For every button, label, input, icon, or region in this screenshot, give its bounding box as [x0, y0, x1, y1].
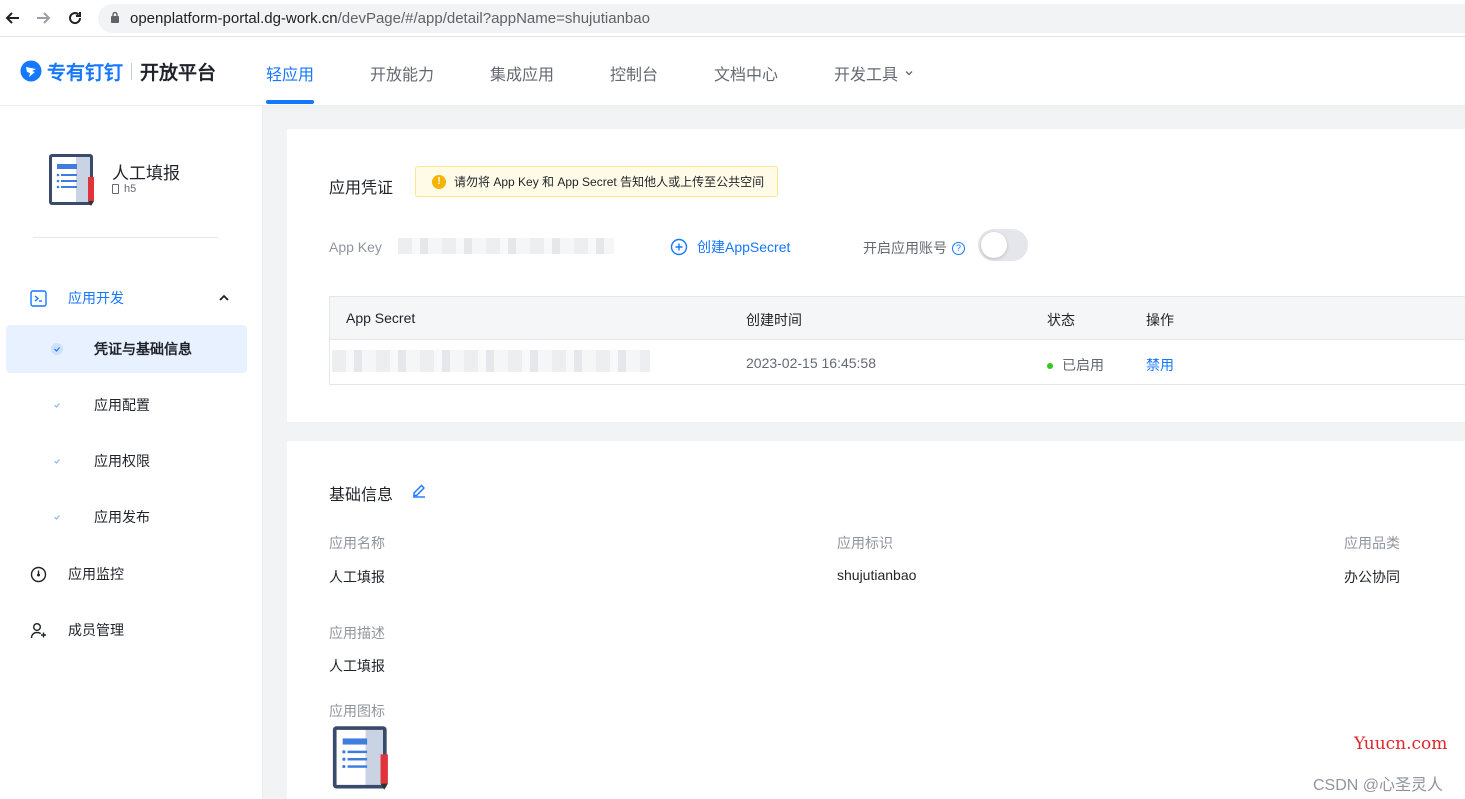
security-warning: ! 请勿将 App Key 和 App Secret 告知他人或上传至公共空间: [415, 166, 778, 197]
app-category-value: 办公协同: [1344, 569, 1400, 585]
app-icon-label: 应用图标: [329, 703, 385, 719]
cell-created-time: 2023-02-15 16:45:58: [746, 355, 876, 371]
brand-logo[interactable]: 专有钉钉 开放平台: [20, 59, 217, 84]
th-app-secret: App Secret: [346, 310, 416, 326]
status-text: 已启用: [1062, 357, 1104, 373]
disable-button[interactable]: 禁用: [1146, 355, 1174, 375]
app-category-label: 应用品类: [1344, 535, 1400, 551]
sidebar-group-members[interactable]: 成员管理: [30, 620, 124, 640]
nav-open-capability[interactable]: 开放能力: [370, 61, 434, 85]
credentials-card: 应用凭证 ! 请勿将 App Key 和 App Secret 告知他人或上传至…: [287, 129, 1465, 422]
nav-console[interactable]: 控制台: [610, 61, 658, 85]
enable-account-label: 开启应用账号 ?: [863, 238, 965, 258]
lock-icon[interactable]: [110, 10, 120, 28]
appsecret-table: App Secret 创建时间 状态 操作 2023-02-15 16:45:5…: [329, 296, 1465, 385]
app-id-value: shujutianbao: [837, 567, 917, 583]
sidebar: 人工填报 h5 应用开发 凭证与基础信息 应用配置 应用权限 应用发布 应用监控…: [0, 106, 263, 799]
add-user-icon: [30, 622, 46, 638]
enable-account-text: 开启应用账号: [863, 240, 947, 256]
brand-subtitle: 开放平台: [140, 62, 217, 84]
sidebar-item-app-permissions[interactable]: 应用权限: [6, 437, 247, 485]
sidebar-item-app-permissions-label: 应用权限: [94, 453, 150, 469]
reload-icon[interactable]: [64, 7, 86, 29]
nav-docs[interactable]: 文档中心: [714, 61, 778, 85]
enable-account-toggle[interactable]: [978, 229, 1028, 261]
dingtalk-logo-icon: [20, 60, 42, 82]
basic-info-card: 基础信息 应用名称 人工填报 应用标识 shujutianbao 应用品类 办公…: [287, 441, 1465, 799]
table-header: App Secret 创建时间 状态 操作: [330, 297, 1465, 340]
app-secret-value-masked: [332, 350, 650, 372]
top-navigation: 专有钉钉 开放平台 轻应用 开放能力 集成应用 控制台 文档中心 开发工具: [0, 37, 1465, 105]
app-id-label: 应用标识: [837, 535, 893, 551]
author-watermark: CSDN @心圣灵人: [1313, 777, 1444, 794]
app-type: h5: [112, 183, 136, 195]
sidebar-group-app-dev-label: 应用开发: [68, 290, 124, 306]
sidebar-item-app-config[interactable]: 应用配置: [6, 381, 247, 429]
create-appsecret-label: 创建AppSecret: [697, 239, 791, 255]
credentials-title: 应用凭证: [329, 180, 394, 197]
help-icon[interactable]: ?: [952, 241, 965, 255]
nav-dev-tools[interactable]: 开发工具: [834, 61, 914, 85]
app-type-label: h5: [124, 183, 137, 195]
security-warning-text: 请勿将 App Key 和 App Secret 告知他人或上传至公共空间: [454, 175, 765, 189]
basic-info-title: 基础信息: [329, 487, 394, 504]
status-dot: [1047, 363, 1053, 370]
brand-name: 专有钉钉: [47, 62, 124, 84]
chevron-up-icon[interactable]: [218, 292, 230, 304]
address-bar[interactable]: openplatform-portal.dg-work.cn/devPage/#…: [98, 4, 1465, 33]
sidebar-group-monitor-label: 应用监控: [68, 566, 124, 582]
phone-icon: [112, 184, 119, 194]
app-icon: [49, 154, 94, 206]
th-actions: 操作: [1146, 312, 1174, 328]
app-desc-label: 应用描述: [329, 625, 385, 641]
sidebar-item-credentials[interactable]: 凭证与基础信息: [6, 325, 247, 373]
check-icon: [51, 511, 63, 523]
gauge-icon: [30, 566, 47, 582]
sidebar-item-app-config-label: 应用配置: [94, 397, 150, 413]
check-icon: [51, 455, 63, 467]
app-name-value: 人工填报: [329, 569, 385, 585]
terminal-icon: [30, 289, 47, 307]
sidebar-item-app-publish-label: 应用发布: [94, 509, 150, 525]
check-icon: [51, 399, 63, 411]
brand-divider: [131, 62, 133, 80]
app-name-label: 应用名称: [329, 535, 385, 551]
sidebar-item-app-publish[interactable]: 应用发布: [6, 493, 247, 541]
add-circle-icon: [670, 238, 688, 256]
chevron-down-icon: [905, 71, 913, 76]
nav-light-app[interactable]: 轻应用: [266, 61, 314, 85]
nav-dev-tools-label: 开发工具: [834, 67, 899, 84]
toggle-knob: [981, 232, 1007, 258]
check-circle-icon: [51, 343, 63, 355]
sidebar-divider: [33, 237, 218, 238]
edit-icon[interactable]: [411, 482, 427, 498]
sidebar-group-members-label: 成员管理: [68, 622, 124, 638]
app-key-value-masked: [398, 238, 614, 254]
site-watermark: Yuucn.com: [1354, 734, 1448, 754]
cell-status: 已启用: [1047, 355, 1104, 375]
nav-active-indicator: [266, 100, 314, 104]
app-key-label: App Key: [329, 239, 382, 255]
app-desc-value: 人工填报: [329, 658, 385, 674]
forward-icon[interactable]: [32, 7, 54, 29]
th-status: 状态: [1047, 312, 1075, 328]
warning-icon: !: [432, 174, 446, 189]
back-icon[interactable]: [2, 7, 24, 29]
app-name: 人工填报: [112, 164, 180, 183]
sidebar-group-app-dev[interactable]: 应用开发: [30, 288, 230, 308]
create-appsecret-button[interactable]: 创建AppSecret: [670, 237, 790, 257]
nav-integrated-app[interactable]: 集成应用: [490, 61, 554, 85]
th-created-time: 创建时间: [746, 312, 802, 328]
browser-toolbar: openplatform-portal.dg-work.cn/devPage/#…: [0, 0, 1465, 37]
app-icon-preview: [332, 726, 388, 790]
sidebar-item-credentials-label: 凭证与基础信息: [94, 341, 192, 357]
sidebar-group-monitor[interactable]: 应用监控: [30, 564, 124, 584]
url-text: openplatform-portal.dg-work.cn/devPage/#…: [130, 10, 650, 27]
